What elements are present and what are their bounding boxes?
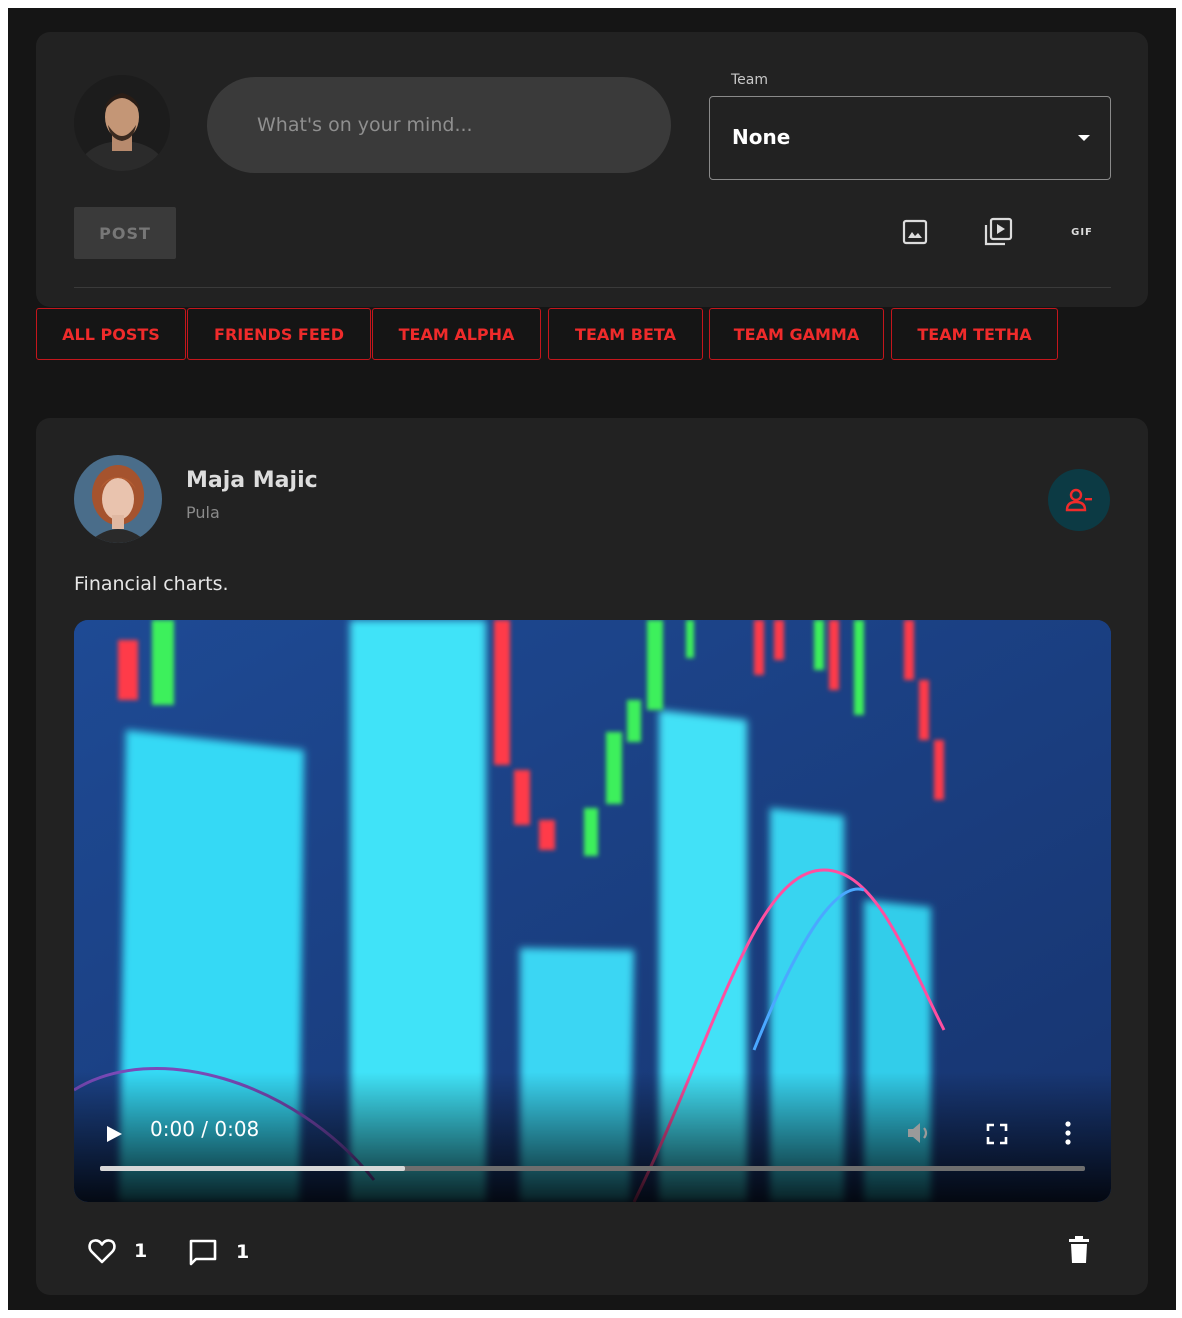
gif-icon[interactable]: GIF [1066, 216, 1098, 248]
tab-team-beta[interactable]: TEAM BETA [548, 308, 703, 360]
post-composer: Team None POST GIF [36, 32, 1148, 307]
tab-team-tetha[interactable]: TEAM TETHA [891, 308, 1058, 360]
team-select[interactable]: None [709, 96, 1111, 180]
image-icon[interactable] [899, 216, 931, 248]
like-button[interactable]: 1 [88, 1238, 147, 1264]
like-count: 1 [134, 1240, 148, 1262]
unfollow-button[interactable] [1048, 469, 1110, 531]
composer-divider [74, 287, 1111, 288]
comment-count: 1 [236, 1241, 250, 1263]
more-options-icon[interactable] [1064, 1121, 1072, 1149]
video-time: 0:00 / 0:08 [150, 1117, 260, 1141]
tab-all-posts[interactable]: ALL POSTS [36, 308, 186, 360]
video-progress-bar[interactable] [100, 1166, 1085, 1171]
video-progress-buffered [100, 1166, 406, 1171]
author-location: Pula [186, 503, 220, 522]
heart-icon [88, 1239, 116, 1264]
author-name[interactable]: Maja Majic [186, 468, 318, 493]
team-select-value: None [732, 125, 791, 149]
video-library-icon[interactable] [982, 216, 1014, 248]
tab-team-alpha[interactable]: TEAM ALPHA [372, 308, 541, 360]
user-avatar[interactable] [74, 75, 170, 171]
post-text: Financial charts. [74, 573, 229, 595]
person-remove-icon [1065, 488, 1092, 512]
comment-icon [189, 1239, 217, 1266]
post-card: Maja Majic Pula Financial charts. 0:00 /… [36, 418, 1148, 1295]
app-frame: Team None POST GIF ALL POSTS FRIENDS FEE… [8, 8, 1176, 1310]
delete-icon[interactable] [1068, 1236, 1090, 1268]
comment-button[interactable]: 1 [188, 1238, 249, 1266]
post-button[interactable]: POST [74, 207, 176, 259]
author-avatar[interactable] [74, 455, 162, 543]
team-label: Team [731, 72, 769, 88]
post-actions: 1 1 [36, 1228, 1148, 1278]
volume-muted-icon[interactable] [906, 1121, 934, 1149]
video-player[interactable]: 0:00 / 0:08 [74, 620, 1111, 1202]
chevron-down-icon [1078, 135, 1090, 141]
tab-friends-feed[interactable]: FRIENDS FEED [187, 308, 371, 360]
play-icon[interactable] [104, 1124, 124, 1148]
tab-team-gamma[interactable]: TEAM GAMMA [709, 308, 884, 360]
video-controls: 0:00 / 0:08 [74, 1072, 1111, 1202]
fullscreen-icon[interactable] [986, 1123, 1008, 1149]
status-input[interactable] [207, 77, 671, 173]
